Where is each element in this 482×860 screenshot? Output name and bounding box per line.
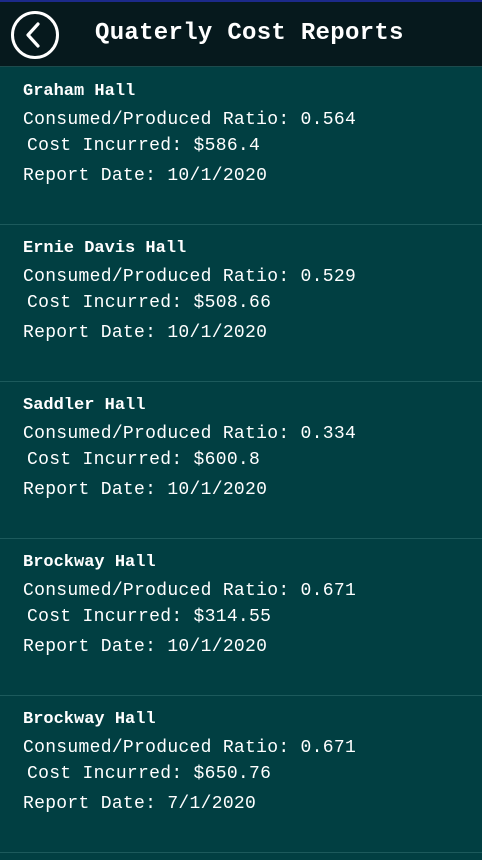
ratio-text: Consumed/Produced Ratio: 0.564: [23, 110, 357, 130]
cost-text: Cost Incurred: $600.8: [27, 450, 261, 470]
report-card[interactable]: Brockway Hall Consumed/Produced Ratio: 0…: [0, 696, 482, 853]
cost-text: Cost Incurred: $314.55: [27, 607, 272, 627]
report-list: Graham Hall Consumed/Produced Ratio: 0.5…: [0, 68, 482, 853]
cost-text: Cost Incurred: $508.66: [27, 293, 272, 313]
back-button[interactable]: [11, 11, 59, 59]
report-date-text: Report Date: 10/1/2020: [23, 166, 268, 186]
building-name: Saddler Hall: [23, 396, 146, 415]
report-date-text: Report Date: 7/1/2020: [23, 794, 257, 814]
ratio-text: Consumed/Produced Ratio: 0.334: [23, 424, 357, 444]
report-card[interactable]: Ernie Davis Hall Consumed/Produced Ratio…: [0, 225, 482, 382]
building-name: Ernie Davis Hall: [23, 239, 187, 258]
report-date-text: Report Date: 10/1/2020: [23, 480, 268, 500]
page-title: Quaterly Cost Reports: [95, 20, 404, 47]
report-date-text: Report Date: 10/1/2020: [23, 323, 268, 343]
cost-text: Cost Incurred: $650.76: [27, 764, 272, 784]
report-card[interactable]: Saddler Hall Consumed/Produced Ratio: 0.…: [0, 382, 482, 539]
chevron-left-icon: [26, 22, 40, 48]
report-card[interactable]: Graham Hall Consumed/Produced Ratio: 0.5…: [0, 68, 482, 225]
ratio-text: Consumed/Produced Ratio: 0.671: [23, 581, 357, 601]
building-name: Brockway Hall: [23, 553, 156, 572]
ratio-text: Consumed/Produced Ratio: 0.529: [23, 267, 357, 287]
report-card[interactable]: Brockway Hall Consumed/Produced Ratio: 0…: [0, 539, 482, 696]
cost-text: Cost Incurred: $586.4: [27, 136, 261, 156]
report-date-text: Report Date: 10/1/2020: [23, 637, 268, 657]
building-name: Brockway Hall: [23, 710, 156, 729]
app-header: Quaterly Cost Reports: [0, 2, 482, 67]
ratio-text: Consumed/Produced Ratio: 0.671: [23, 738, 357, 758]
building-name: Graham Hall: [23, 82, 136, 101]
